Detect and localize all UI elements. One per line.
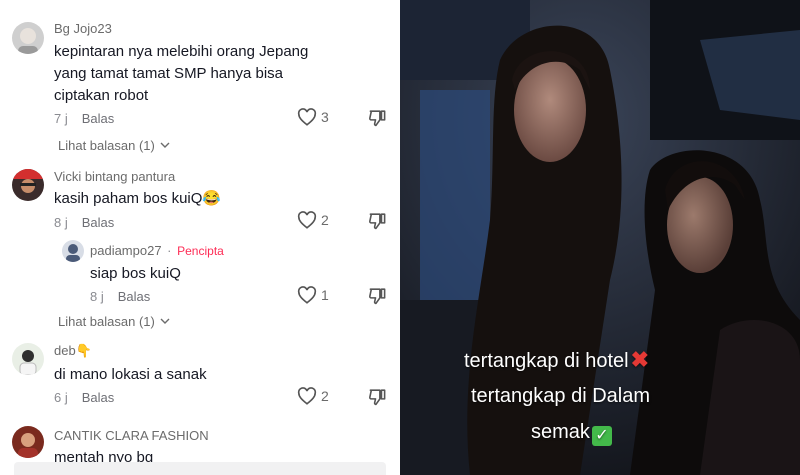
comment-text: di mano lokasi a sanak xyxy=(54,366,207,383)
like-button[interactable]: 3 xyxy=(297,108,329,126)
comment-time: 6 j xyxy=(54,390,68,405)
heart-outline-icon xyxy=(297,211,317,229)
heart-outline-icon xyxy=(297,387,317,405)
like-count: 2 xyxy=(321,212,329,228)
reply-button[interactable]: Balas xyxy=(82,390,115,405)
reply-meta: 8 j Balas xyxy=(90,289,150,304)
comments-panel: Bg Jojo23 kepintaran nya melebihi orang … xyxy=(0,0,400,475)
cross-mark-icon: ✖ xyxy=(630,347,649,372)
reply-button[interactable]: Balas xyxy=(82,111,115,126)
comment-meta: 6 j Balas xyxy=(54,390,114,405)
creator-badge: Pencipta xyxy=(177,244,224,258)
reply-time: 8 j xyxy=(90,289,104,304)
reply-text: siap bos kuiQ xyxy=(90,265,181,282)
like-count: 2 xyxy=(321,388,329,404)
avatar[interactable] xyxy=(12,426,44,458)
like-count: 1 xyxy=(321,287,329,303)
dislike-button[interactable] xyxy=(368,387,387,406)
avatar[interactable] xyxy=(12,169,44,201)
comment-username[interactable]: deb👇 xyxy=(54,343,92,359)
video-caption-line-2: tertangkap di Dalam xyxy=(471,385,650,407)
view-replies-button[interactable]: Lihat balasan (1) xyxy=(58,138,170,153)
thumbs-down-icon xyxy=(368,213,386,230)
check-mark-icon: ✓ xyxy=(591,426,612,446)
avatar[interactable] xyxy=(12,343,44,375)
comment-time: 8 j xyxy=(54,215,68,230)
like-button[interactable]: 2 xyxy=(297,211,329,229)
dislike-button[interactable] xyxy=(368,211,387,230)
heart-outline-icon xyxy=(297,286,317,304)
dislike-button[interactable] xyxy=(368,108,387,127)
reply-button[interactable]: Balas xyxy=(118,289,151,304)
chevron-down-icon xyxy=(160,142,170,148)
comment-meta: 7 j Balas xyxy=(54,111,114,126)
avatar[interactable] xyxy=(12,22,44,54)
comment-username[interactable]: Vicki bintang pantura xyxy=(54,169,175,184)
reply-button[interactable]: Balas xyxy=(82,215,115,230)
like-count: 3 xyxy=(321,109,329,125)
video-caption-line-3: semak ✓ xyxy=(531,421,612,446)
video-player[interactable]: tertangkap di hotel✖ tertangkap di Dalam… xyxy=(400,0,800,475)
comment-input-bar[interactable] xyxy=(14,462,386,475)
comment-username[interactable]: CANTIK CLARA FASHION xyxy=(54,428,209,443)
heart-outline-icon xyxy=(297,108,317,126)
comment-time: 7 j xyxy=(54,111,68,126)
chevron-down-icon xyxy=(160,318,170,324)
thumbs-down-icon xyxy=(368,110,386,127)
like-button[interactable]: 1 xyxy=(297,286,329,304)
thumbs-down-icon xyxy=(368,288,386,305)
like-button[interactable]: 2 xyxy=(297,387,329,405)
comment-text: kepintaran nya melebihi orang Jepang yan… xyxy=(54,43,309,104)
view-replies-button[interactable]: Lihat balasan (1) xyxy=(58,314,170,329)
reply-avatar[interactable] xyxy=(62,240,84,262)
reply-username[interactable]: padiampo27 · Pencipta xyxy=(90,243,224,258)
comment-meta: 8 j Balas xyxy=(54,215,114,230)
dislike-button[interactable] xyxy=(368,286,387,305)
comment-text: kasih paham bos kuiQ😂 xyxy=(54,190,222,207)
comment-username[interactable]: Bg Jojo23 xyxy=(54,21,112,36)
thumbs-down-icon xyxy=(368,389,386,406)
video-caption-line-1: tertangkap di hotel✖ xyxy=(464,347,649,372)
